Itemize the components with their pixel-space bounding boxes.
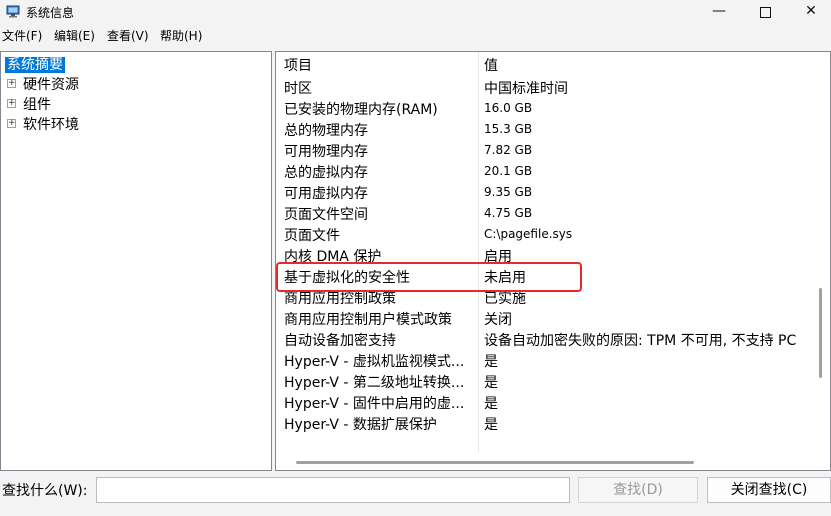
maximize-icon	[759, 7, 771, 18]
row-value: 15.3 GB	[484, 122, 533, 136]
row-value: 16.0 GB	[484, 101, 533, 115]
table-row[interactable]: 页面文件空间 4.75 GB	[276, 203, 816, 224]
row-value: 20.1 GB	[484, 164, 533, 178]
table-row[interactable]: 时区 中国标准时间	[276, 77, 816, 98]
menu-edit[interactable]: 编辑(E)	[54, 27, 95, 44]
row-value: 是	[484, 417, 498, 433]
column-header-value[interactable]: 值	[484, 55, 498, 75]
close-icon: ✕	[805, 3, 817, 19]
row-value: 是	[484, 375, 498, 391]
row-item: 总的物理内存	[284, 123, 368, 139]
tree-item-system-summary[interactable]: 系统摘要	[5, 54, 65, 74]
column-header-item[interactable]: 项目	[284, 55, 312, 75]
row-item: 已安装的物理内存(RAM)	[284, 102, 438, 118]
table-row[interactable]: 商用应用控制用户模式政策 关闭	[276, 308, 816, 329]
row-value: 设备自动加密失败的原因: TPM 不可用, 不支持 PC	[484, 333, 797, 349]
list-header: 项目 值	[276, 54, 816, 75]
table-row[interactable]: Hyper-V - 数据扩展保护 是	[276, 413, 816, 434]
scrollbar-corner	[814, 454, 830, 470]
tree-item-label: 软件环境	[23, 117, 79, 133]
row-value: 4.75 GB	[484, 206, 533, 220]
row-value: 9.35 GB	[484, 185, 533, 199]
find-input[interactable]	[96, 477, 570, 503]
row-value: 是	[484, 396, 498, 412]
tree-item-label: 系统摘要	[5, 57, 65, 73]
minimize-button[interactable]: —	[696, 0, 742, 24]
find-label: 查找什么(W):	[2, 483, 88, 499]
table-row[interactable]: Hyper-V - 固件中启用的虚... 是	[276, 392, 816, 413]
tree-item-label: 硬件资源	[23, 77, 79, 93]
title-bar: 系统信息 — ✕	[0, 0, 831, 24]
row-value: 关闭	[484, 312, 512, 328]
row-item: 页面文件	[284, 228, 340, 244]
row-item: 自动设备加密支持	[284, 333, 396, 349]
row-item: Hyper-V - 第二级地址转换...	[284, 375, 465, 391]
row-value: C:\pagefile.sys	[484, 227, 573, 241]
row-item: 商用应用控制用户模式政策	[284, 312, 452, 328]
table-row[interactable]: 已安装的物理内存(RAM) 16.0 GB	[276, 98, 816, 119]
menu-help[interactable]: 帮助(H)	[160, 27, 202, 44]
row-item: Hyper-V - 数据扩展保护	[284, 417, 437, 433]
highlight-annotation	[276, 262, 582, 292]
row-item: 可用物理内存	[284, 144, 368, 160]
table-row[interactable]: Hyper-V - 虚拟机监视模式... 是	[276, 350, 816, 371]
table-row[interactable]: 可用物理内存 7.82 GB	[276, 140, 816, 161]
menu-view[interactable]: 查看(V)	[107, 27, 149, 44]
row-item: Hyper-V - 固件中启用的虚...	[284, 396, 465, 412]
tree-item-label: 组件	[23, 97, 51, 113]
row-value: 是	[484, 354, 498, 370]
expand-icon[interactable]: +	[7, 99, 16, 108]
table-row[interactable]: 总的物理内存 15.3 GB	[276, 119, 816, 140]
minimize-icon: —	[712, 3, 726, 19]
window-title: 系统信息	[26, 6, 75, 20]
row-item: 页面文件空间	[284, 207, 368, 223]
tree-item-software-environment[interactable]: + 软件环境	[1, 114, 201, 134]
horizontal-scroll-thumb[interactable]	[296, 461, 694, 464]
menu-file[interactable]: 文件(F)	[2, 27, 42, 44]
vertical-scrollbar[interactable]	[814, 52, 830, 452]
row-item: 时区	[284, 81, 312, 97]
row-value: 7.82 GB	[484, 143, 533, 157]
table-row[interactable]: 自动设备加密支持 设备自动加密失败的原因: TPM 不可用, 不支持 PC	[276, 329, 816, 350]
row-item: 可用虚拟内存	[284, 186, 368, 202]
system-info-app-icon	[6, 5, 20, 18]
table-row[interactable]: Hyper-V - 第二级地址转换... 是	[276, 371, 816, 392]
vertical-scroll-thumb[interactable]	[819, 288, 822, 378]
close-button[interactable]: ✕	[788, 0, 831, 24]
tree-item-components[interactable]: + 组件	[1, 94, 201, 114]
expand-icon[interactable]: +	[7, 79, 16, 88]
tree-item-hardware-resources[interactable]: + 硬件资源	[1, 74, 201, 94]
close-find-button[interactable]: 关闭查找(C)	[707, 477, 831, 503]
category-tree[interactable]: 系统摘要 + 硬件资源 + 组件 + 软件环境	[0, 51, 272, 471]
table-row[interactable]: 总的虚拟内存 20.1 GB	[276, 161, 816, 182]
row-value: 中国标准时间	[484, 81, 568, 97]
row-item: 总的虚拟内存	[284, 165, 368, 181]
table-row[interactable]: 页面文件 C:\pagefile.sys	[276, 224, 816, 245]
find-button[interactable]: 查找(D)	[578, 477, 698, 503]
expand-icon[interactable]: +	[7, 119, 16, 128]
maximize-button[interactable]	[742, 0, 788, 24]
table-row[interactable]: 可用虚拟内存 9.35 GB	[276, 182, 816, 203]
details-list[interactable]: 项目 值 时区 中国标准时间 已安装的物理内存(RAM) 16.0 GB 总的物…	[275, 51, 831, 471]
row-item: Hyper-V - 虚拟机监视模式...	[284, 354, 465, 370]
horizontal-scrollbar[interactable]	[276, 454, 830, 470]
